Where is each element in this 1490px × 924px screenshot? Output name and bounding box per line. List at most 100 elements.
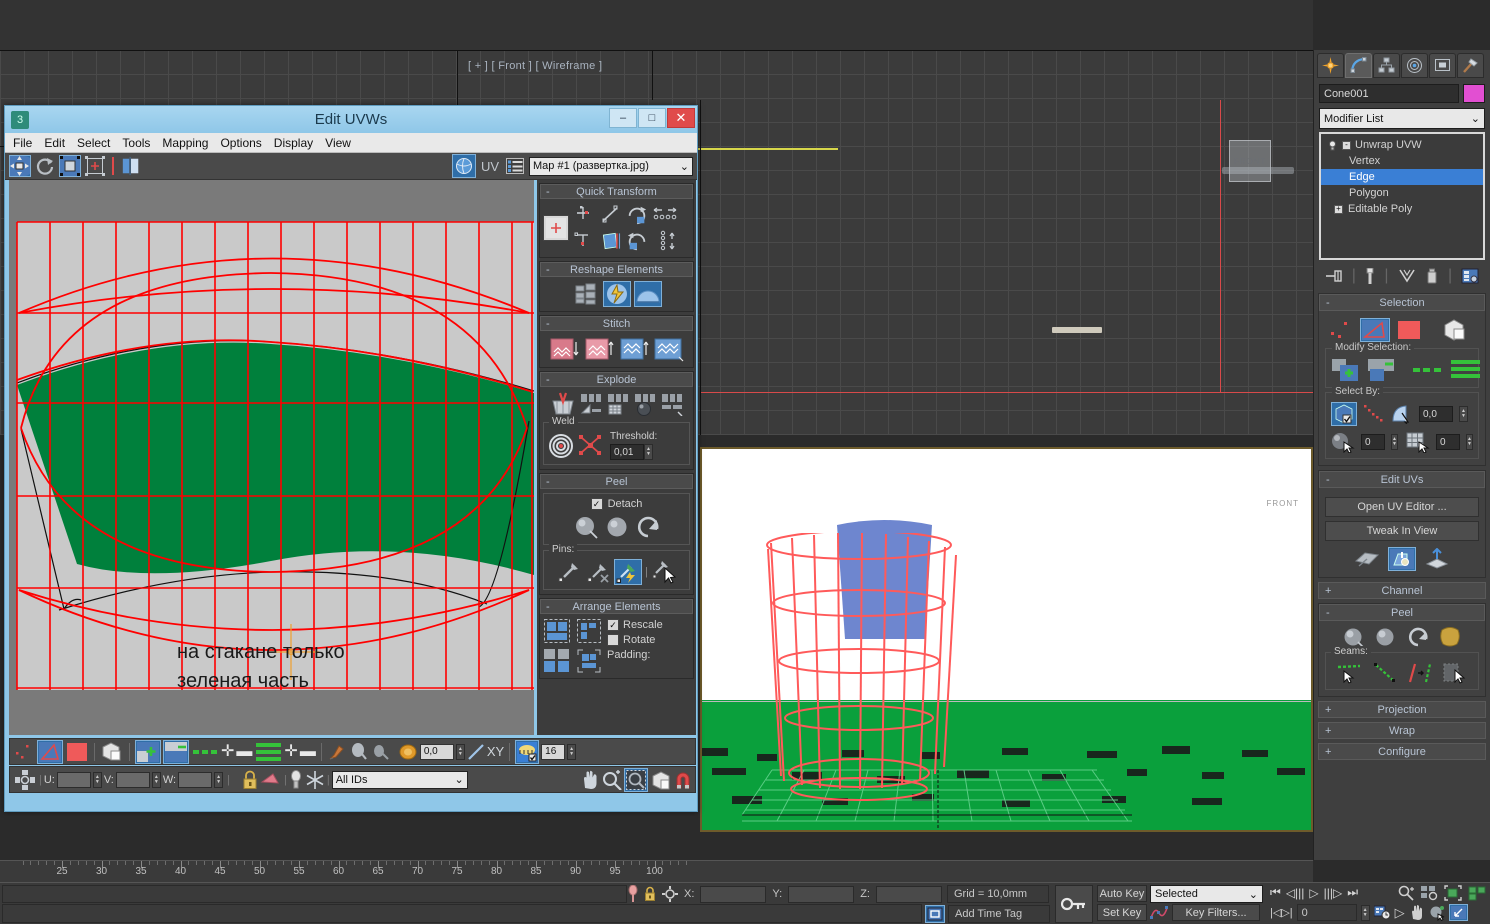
next-frame-icon[interactable]: |||▷ bbox=[1324, 886, 1343, 900]
frame-spinner[interactable]: ▲ ▼ bbox=[1360, 904, 1370, 921]
transform-center-icon[interactable] bbox=[543, 215, 569, 241]
select-uv-loop-icon[interactable] bbox=[256, 742, 282, 762]
add-pin-icon[interactable] bbox=[556, 560, 582, 584]
freeze-icon[interactable] bbox=[305, 770, 325, 790]
pack-custom-icon[interactable] bbox=[543, 648, 571, 674]
break-icon[interactable] bbox=[549, 391, 577, 417]
remove-modifier-icon[interactable] bbox=[1425, 268, 1439, 284]
space-horizontal-icon[interactable] bbox=[651, 203, 681, 227]
zoom-extents-icon[interactable] bbox=[1444, 885, 1462, 901]
rollout-configure-header[interactable]: + Configure bbox=[1318, 743, 1486, 760]
flip-horizontal-icon[interactable] bbox=[599, 229, 623, 253]
falloff-spinner[interactable]: ▲ ▼ bbox=[455, 743, 465, 760]
falloff-curve-icon[interactable] bbox=[398, 742, 418, 762]
quick-peel-icon[interactable] bbox=[1388, 547, 1416, 571]
menu-item-select[interactable]: Select bbox=[77, 136, 110, 150]
ur-peel-header[interactable]: - Peel bbox=[540, 474, 693, 489]
falloff-linear-icon[interactable] bbox=[467, 743, 485, 761]
menu-item-display[interactable]: Display bbox=[274, 136, 313, 150]
contract-loop-icon[interactable]: ▬ bbox=[300, 743, 316, 759]
snap-grid-field[interactable]: 16 bbox=[541, 743, 566, 760]
orbit-view-icon[interactable] bbox=[1429, 905, 1445, 921]
ur-arrange-elements-header[interactable]: - Arrange Elements bbox=[540, 599, 693, 614]
relax-until-flat-icon[interactable] bbox=[633, 281, 662, 307]
key-mode-dropdown[interactable]: Selected ⌄ bbox=[1150, 885, 1263, 903]
snap-toggle-icon[interactable] bbox=[515, 739, 540, 764]
material-id-spinner[interactable]: ▲ ▼ bbox=[1391, 434, 1398, 450]
object-color-swatch[interactable] bbox=[1463, 84, 1485, 103]
smoothing-group-spinner[interactable]: ▲ ▼ bbox=[1466, 434, 1473, 450]
stack-collapse-toggle[interactable]: - bbox=[1342, 140, 1351, 150]
go-to-end-icon[interactable]: ⏭ bbox=[1347, 885, 1358, 900]
maximize-viewport-toggle-icon[interactable] bbox=[1448, 904, 1468, 921]
grow-uv-selection-icon[interactable] bbox=[135, 739, 161, 764]
select-by-material-id-icon[interactable] bbox=[1331, 431, 1355, 453]
zoom-region-uv-icon[interactable] bbox=[624, 767, 648, 792]
play-animation-icon[interactable]: ▷ bbox=[1309, 886, 1318, 900]
menu-item-edit[interactable]: Edit bbox=[44, 136, 65, 150]
make-unique-icon[interactable] bbox=[1398, 269, 1416, 283]
ur-stitch-header[interactable]: - Stitch bbox=[540, 316, 693, 331]
straighten-selection-icon[interactable] bbox=[572, 281, 600, 307]
edit-uvws-dialog[interactable]: 3 Edit UVWs – □ ✕ File Edit Select Tools Map… bbox=[4, 105, 698, 812]
menu-item-file[interactable]: File bbox=[13, 136, 32, 150]
display-tab[interactable] bbox=[1429, 53, 1456, 78]
menu-item-tools[interactable]: Tools bbox=[122, 136, 150, 150]
peel-mode-icon[interactable] bbox=[1342, 626, 1366, 648]
uv-mode-label[interactable]: UV bbox=[479, 159, 501, 174]
previous-frame-icon[interactable]: ◁||| bbox=[1286, 886, 1305, 900]
scale-tool-icon[interactable] bbox=[59, 155, 81, 177]
lock-selection-icon[interactable] bbox=[644, 886, 656, 902]
threshold-spinner[interactable]: ▲ ▼ bbox=[644, 444, 653, 460]
rotate-checkbox[interactable] bbox=[607, 634, 619, 646]
stack-item-unwrap-uvw[interactable]: - Unwrap UVW bbox=[1321, 137, 1483, 153]
maximize-button[interactable]: □ bbox=[638, 108, 666, 128]
utilities-tab[interactable] bbox=[1457, 53, 1484, 78]
align-vertical-icon[interactable] bbox=[573, 203, 597, 227]
soft-selection-points-icon[interactable] bbox=[13, 741, 35, 763]
select-edge-icon[interactable] bbox=[1360, 318, 1390, 342]
open-uv-editor-button[interactable]: Open UV Editor ... bbox=[1325, 497, 1479, 517]
viewport-bottom[interactable]: FRONT bbox=[700, 447, 1313, 832]
timeline-ruler[interactable]: 25 30 35 40 45 50 55 60 65 70 75 80 85 90 95 100 bbox=[0, 860, 1313, 882]
ignore-backfacing-icon[interactable] bbox=[1331, 402, 1357, 426]
rollout-peel-header[interactable]: - Peel bbox=[1319, 604, 1485, 621]
rotate-90-cw-icon[interactable] bbox=[625, 203, 649, 227]
angle-value-field[interactable]: 0,0 bbox=[1419, 406, 1453, 422]
rollout-projection-header[interactable]: + Projection bbox=[1318, 701, 1486, 718]
motion-tab[interactable] bbox=[1401, 53, 1428, 78]
reset-peel-icon[interactable] bbox=[634, 514, 662, 540]
stack-item-editable-poly[interactable]: + Editable Poly bbox=[1321, 201, 1483, 217]
material-id-filter-dropdown[interactable]: All IDs ⌄ bbox=[331, 770, 468, 789]
snap-magnet-icon[interactable] bbox=[674, 770, 692, 790]
pelt-map-icon[interactable] bbox=[1424, 548, 1450, 570]
stitch-dialog-icon[interactable] bbox=[652, 335, 686, 363]
expand-loop-icon[interactable]: ✛ bbox=[284, 743, 297, 759]
stack-subitem-vertex[interactable]: Vertex bbox=[1321, 153, 1483, 169]
select-by-smoothing-group-icon[interactable] bbox=[1406, 431, 1430, 453]
close-button[interactable]: ✕ bbox=[667, 108, 695, 128]
uv-edge-subobject-icon[interactable] bbox=[37, 739, 63, 764]
lock-selected-vertices-icon[interactable] bbox=[242, 770, 258, 790]
uv-element-subobject-icon[interactable] bbox=[100, 741, 124, 763]
align-horizontal-icon[interactable] bbox=[573, 229, 597, 253]
stitch-source-icon[interactable] bbox=[547, 335, 581, 363]
modifier-list-dropdown[interactable]: Modifier List ⌄ bbox=[1319, 108, 1485, 129]
pack-linear-icon[interactable] bbox=[576, 618, 602, 644]
uv-face-subobject-icon[interactable] bbox=[65, 741, 89, 763]
transform-gizmo-icon[interactable] bbox=[13, 768, 37, 792]
ur-reshape-elements-header[interactable]: - Reshape Elements bbox=[540, 262, 693, 277]
select-by-angle-icon[interactable] bbox=[1391, 404, 1413, 424]
w-value-field[interactable] bbox=[178, 771, 213, 788]
uv-edit-canvas[interactable]: на стакане только зеленая часть bbox=[9, 180, 534, 735]
stack-expand-toggle[interactable]: + bbox=[1334, 204, 1343, 214]
edit-uvws-titlebar[interactable]: 3 Edit UVWs – □ ✕ bbox=[5, 106, 697, 133]
viewcube[interactable]: FRONT bbox=[1229, 140, 1271, 182]
remove-pin-icon[interactable] bbox=[585, 560, 611, 584]
z-coord-field[interactable] bbox=[875, 885, 942, 903]
ur-quick-transform-header[interactable]: - Quick Transform bbox=[540, 184, 693, 199]
zoom-extents-uv-icon[interactable] bbox=[650, 770, 672, 790]
v-spinner[interactable]: ▲ ▼ bbox=[151, 771, 161, 788]
shrink-uv-selection-icon[interactable] bbox=[163, 739, 189, 764]
key-mode-toggle-button[interactable] bbox=[1055, 885, 1093, 923]
